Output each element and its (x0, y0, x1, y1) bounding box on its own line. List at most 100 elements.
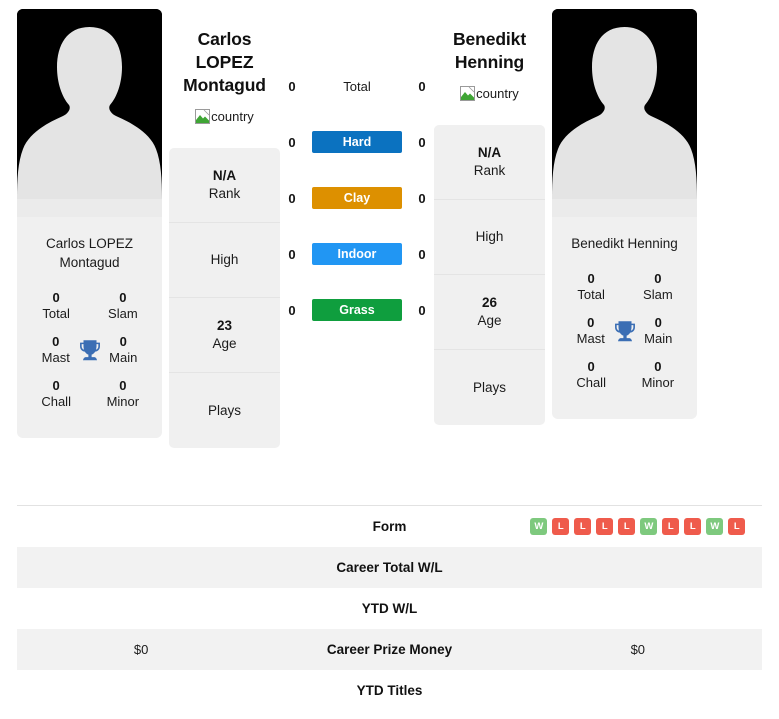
surface-row-clay: 0 Clay 0 (284, 170, 430, 226)
surface-badge-hard: Hard (312, 131, 402, 153)
title-stat-chall-left: 0 Chall (35, 378, 77, 410)
surface-badge-clay: Clay (312, 187, 402, 209)
title-stat-total-left: 0 Total (35, 290, 77, 322)
title-stat-minor-right: 0 Minor (637, 359, 679, 391)
title-stat-value: 0 (52, 290, 60, 305)
player-name-right-line2: Henning (454, 52, 525, 72)
surface-left-value: 0 (288, 246, 296, 262)
title-stat-label: Minor (106, 394, 140, 409)
career-prize-money-right: $0 (630, 642, 646, 657)
table-row-label: Form (372, 519, 407, 534)
title-stat-value: 0 (119, 334, 127, 349)
player-card-name-left-line1: Carlos LOPEZ (45, 236, 134, 251)
trophy-icon (77, 335, 103, 365)
surface-badge-total: Total (343, 78, 371, 94)
form-badge-win: W (530, 518, 548, 535)
player-photo-right (552, 9, 697, 217)
table-row-ytd-titles: YTD Titles (17, 670, 762, 711)
title-stat-label: Slam (643, 287, 673, 302)
stat-label: Age (477, 313, 502, 328)
surface-row-total: 0 Total 0 (284, 58, 430, 114)
title-stat-slam-right: 0 Slam (637, 271, 679, 303)
title-stat-label: Main (109, 350, 138, 365)
stat-label: Rank (473, 163, 506, 178)
surface-right-value: 0 (418, 78, 426, 94)
stat-value: N/A (477, 145, 502, 160)
stat-label: Plays (472, 379, 506, 395)
form-badge-list: WLLLLWLLWL (514, 518, 762, 535)
player-card-name-right-line1: Benedikt Henning (571, 236, 678, 251)
title-stat-label: Total (577, 287, 605, 302)
title-stat-mast-right: 0 Mast (570, 315, 612, 347)
surface-right-value: 0 (418, 246, 426, 262)
title-stat-value: 0 (52, 378, 60, 393)
surface-badge-grass: Grass (312, 299, 402, 321)
form-badge-win: W (706, 518, 724, 535)
surface-badge-indoor: Indoor (312, 243, 402, 265)
player-header-left: Carlos LOPEZ Montagud country N/A Rank H… (169, 0, 284, 448)
player-stats-stack-right: N/A Rank High 26 Age Plays (434, 125, 545, 425)
stat-plays-left: Plays (169, 373, 280, 448)
title-stat-value: 0 (587, 271, 595, 286)
title-stat-main-left: 0 Main (103, 334, 145, 366)
form-badge-loss: L (552, 518, 570, 535)
title-stat-slam-left: 0 Slam (102, 290, 144, 322)
stat-value: 23 (216, 318, 233, 333)
trophy-spacer-right (612, 272, 636, 302)
title-stat-value: 0 (654, 271, 662, 286)
titles-row: 0 Mast 0 Main (562, 309, 687, 353)
table-row-career-total-wl: Career Total W/L (17, 547, 762, 588)
career-prize-money-left: $0 (133, 642, 149, 657)
surface-right-value: 0 (418, 134, 426, 150)
title-stat-label: Slam (108, 306, 138, 321)
title-stat-label: Main (644, 331, 673, 346)
stat-value: 26 (481, 295, 498, 310)
titles-row: 0 Chall 0 Minor (562, 353, 687, 397)
table-row-form: Form WLLLLWLLWL (17, 506, 762, 547)
stat-rank-right: N/A Rank (434, 125, 545, 200)
title-stat-label: Mast (576, 331, 605, 346)
table-row-label: Career Total W/L (336, 560, 443, 575)
player-stats-stack-left: N/A Rank High 23 Age Plays (169, 148, 280, 448)
form-badge-loss: L (574, 518, 592, 535)
trophy-icon (612, 316, 638, 346)
surface-row-hard: 0 Hard 0 (284, 114, 430, 170)
title-stat-label: Minor (641, 375, 675, 390)
titles-row: 0 Chall 0 Minor (27, 372, 152, 416)
form-badge-loss: L (618, 518, 636, 535)
comparison-section: Carlos LOPEZ Montagud 0 Total 0 Slam 0 M… (0, 0, 779, 492)
broken-image-icon (195, 109, 211, 124)
title-stat-value: 0 (654, 315, 662, 330)
stat-label: Plays (207, 402, 241, 418)
player-card-right: Benedikt Henning 0 Total 0 Slam 0 Mast 0… (552, 9, 697, 419)
player-country-right: country (434, 86, 545, 101)
title-stat-value: 0 (587, 315, 595, 330)
title-stat-value: 0 (119, 290, 127, 305)
form-badge-loss: L (684, 518, 702, 535)
form-right-cell: WLLLLWLLWL (514, 518, 762, 535)
table-row-label: YTD Titles (356, 683, 423, 698)
player-name-left: Carlos LOPEZ Montagud (169, 28, 280, 97)
player-name-left-line2: Montagud (183, 75, 266, 95)
trophy-spacer-left-2 (77, 379, 101, 409)
title-stat-mast-left: 0 Mast (35, 334, 77, 366)
stat-label: Rank (208, 186, 241, 201)
table-row-label: YTD W/L (361, 601, 418, 616)
title-stat-label: Total (42, 306, 70, 321)
comparison-table: Form WLLLLWLLWL Career Total W/L YTD W/L… (17, 505, 762, 711)
title-stat-chall-right: 0 Chall (570, 359, 612, 391)
surface-left-value: 0 (288, 190, 296, 206)
player-country-left: country (169, 109, 280, 124)
title-stat-main-right: 0 Main (638, 315, 680, 347)
stat-label: Age (212, 336, 237, 351)
title-stat-label: Chall (576, 375, 606, 390)
stat-age-right: 26 Age (434, 275, 545, 350)
title-stat-value: 0 (654, 359, 662, 374)
player-card-name-left-line2: Montagud (59, 255, 120, 270)
stat-age-left: 23 Age (169, 298, 280, 373)
stat-plays-right: Plays (434, 350, 545, 425)
surface-row-grass: 0 Grass 0 (284, 282, 430, 338)
title-stat-value: 0 (52, 334, 60, 349)
trophy-spacer-left (77, 291, 101, 321)
title-stat-label: Mast (41, 350, 70, 365)
